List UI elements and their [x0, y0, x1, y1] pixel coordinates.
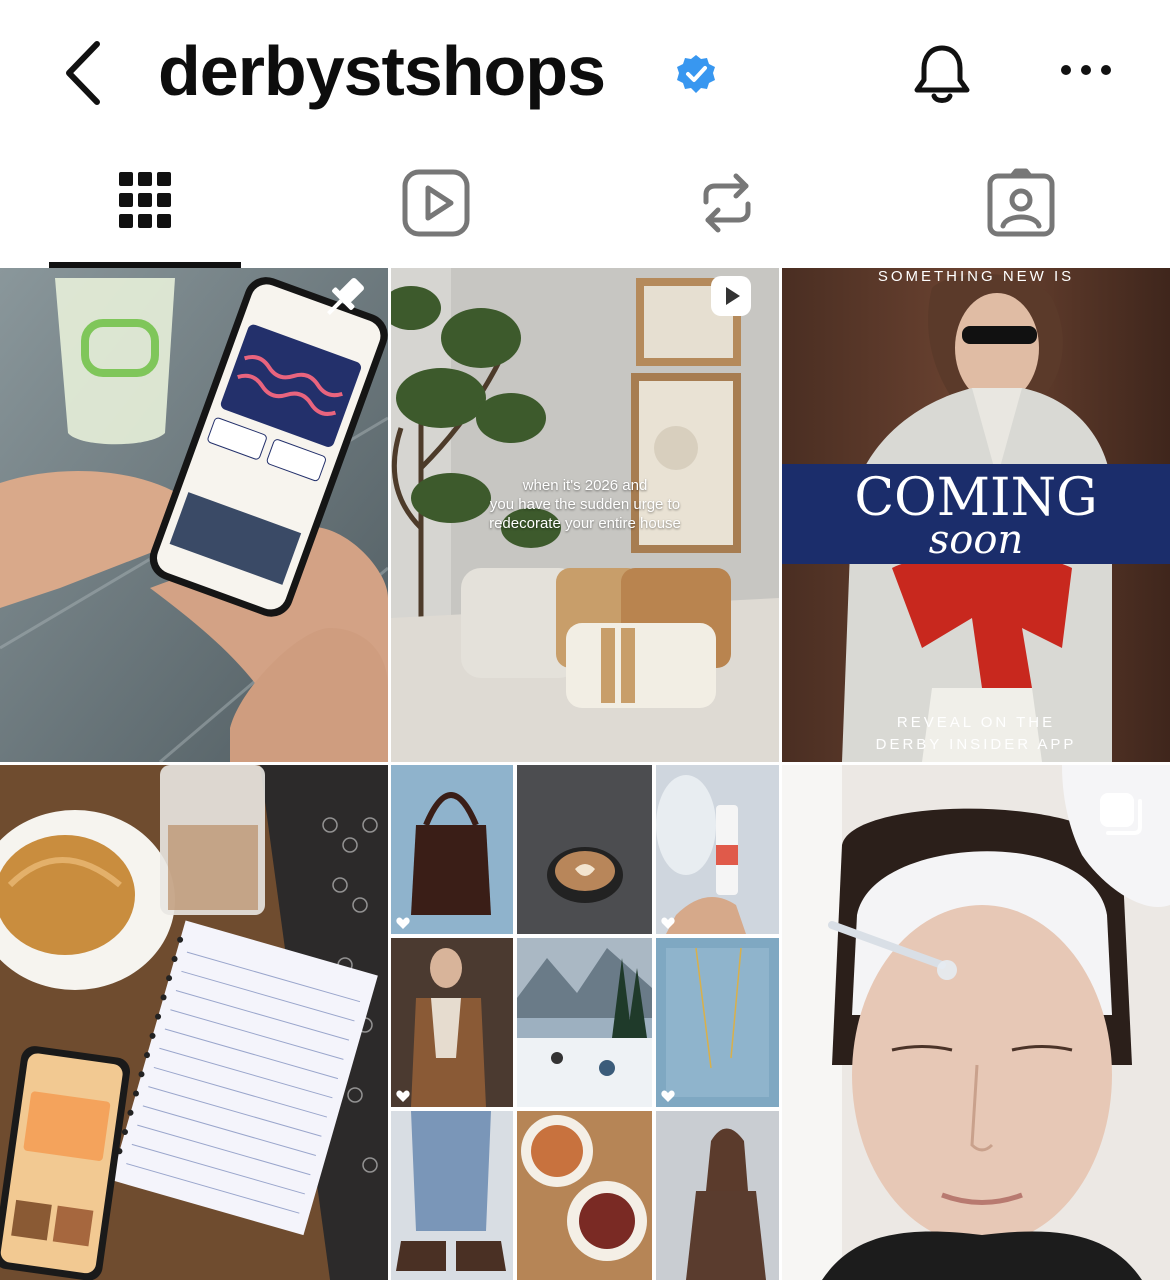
more-horizontal-icon[interactable]	[1058, 50, 1114, 90]
post-reel-redecorate[interactable]: when it's 2026 and you have the sudden u…	[391, 268, 779, 762]
post-coming-soon[interactable]: SOMETHING NEW IS COMING soon REVEAL ON T…	[782, 268, 1170, 762]
post-image	[0, 765, 388, 1280]
post-facial[interactable]	[782, 765, 1170, 1280]
heart-icon	[396, 1090, 410, 1102]
tab-reels[interactable]	[316, 150, 556, 268]
reel-caption: when it's 2026 and you have the sudden u…	[489, 477, 681, 532]
post-image	[0, 268, 388, 762]
tagged-icon	[987, 168, 1055, 237]
tab-tagged[interactable]	[901, 150, 1141, 268]
post-collage[interactable]	[391, 765, 779, 1280]
post-pinned-app[interactable]	[0, 268, 388, 762]
promo-subtitle: soon	[928, 517, 1024, 563]
tab-grid[interactable]	[25, 150, 265, 268]
reel-icon	[711, 276, 751, 316]
promo-bottom-text: REVEAL ON THE DERBY INSIDER APP	[875, 714, 1077, 753]
post-cafe-notebook[interactable]	[0, 765, 388, 1280]
promo-top-text: SOMETHING NEW IS	[877, 268, 1075, 285]
reels-icon	[402, 169, 470, 237]
heart-icon	[396, 917, 410, 929]
posts-grid: when it's 2026 and you have the sudden u…	[0, 268, 1170, 1280]
profile-tabs	[0, 150, 1170, 268]
chevron-left-icon[interactable]	[55, 38, 115, 108]
username: derbystshops	[158, 32, 606, 110]
bell-icon[interactable]	[908, 40, 976, 108]
carousel-icon	[1100, 793, 1142, 835]
post-image	[782, 765, 1170, 1280]
tab-reposts[interactable]	[607, 150, 847, 268]
grid-icon	[119, 172, 171, 228]
verified-badge-icon	[677, 55, 715, 93]
repost-icon	[703, 173, 751, 233]
profile-header: derbystshops	[0, 0, 1170, 140]
heart-icon	[661, 917, 675, 929]
heart-icon	[661, 1090, 675, 1102]
pin-icon	[327, 278, 364, 315]
